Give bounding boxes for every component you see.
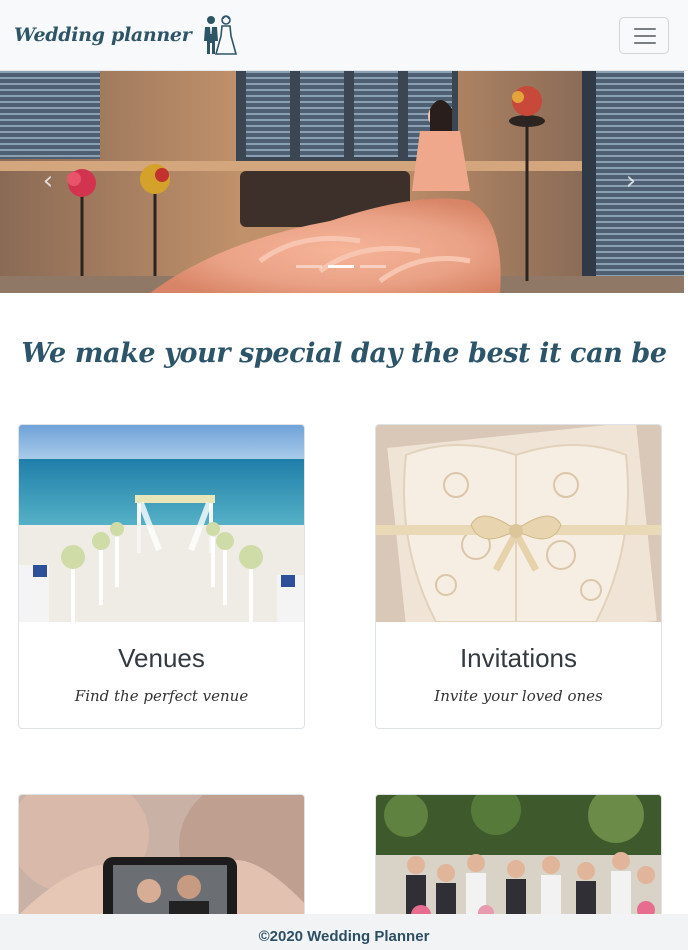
carousel-indicators <box>296 265 386 268</box>
card-subtitle: Invite your loved ones <box>434 687 603 705</box>
card-title: Venues <box>118 643 205 673</box>
brand-link[interactable]: Wedding planner <box>14 14 239 56</box>
brand-name: Wedding planner <box>14 24 192 46</box>
card-photography[interactable] <box>18 794 305 934</box>
hamburger-menu-icon <box>634 28 656 30</box>
footer: ©2020 Wedding Planner <box>0 914 688 950</box>
footer-copyright: ©2020 Wedding Planner <box>258 928 430 945</box>
card-subtitle: Find the perfect venue <box>74 687 249 705</box>
hamburger-menu-icon-line <box>634 35 656 37</box>
chevron-right-icon[interactable]: › <box>617 167 645 195</box>
hero-carousel[interactable]: ‹ › <box>0 71 684 293</box>
menu-toggle-button[interactable] <box>619 17 669 54</box>
carousel-indicator[interactable] <box>296 265 322 268</box>
carousel-indicator-active[interactable] <box>328 265 354 268</box>
chevron-left-icon[interactable]: ‹ <box>34 167 62 195</box>
page: Wedding planner ‹ › We make your special… <box>0 0 688 950</box>
card-venues[interactable]: Venues Find the perfect venue <box>18 424 305 729</box>
navbar: Wedding planner <box>0 0 688 71</box>
carousel-indicator[interactable] <box>360 265 386 268</box>
bride-groom-icon <box>204 15 238 55</box>
card-guests[interactable] <box>375 794 662 934</box>
venues-image-beach-arch <box>19 425 304 622</box>
hero-image-bride-on-bench <box>0 71 684 293</box>
card-invitations[interactable]: Invitations Invite your loved ones <box>375 424 662 729</box>
card-title: Invitations <box>459 643 578 673</box>
invitations-image-lace-card <box>376 425 661 622</box>
tagline: We make your special day the best it can… <box>21 338 667 369</box>
hamburger-menu-icon-line <box>634 42 656 44</box>
